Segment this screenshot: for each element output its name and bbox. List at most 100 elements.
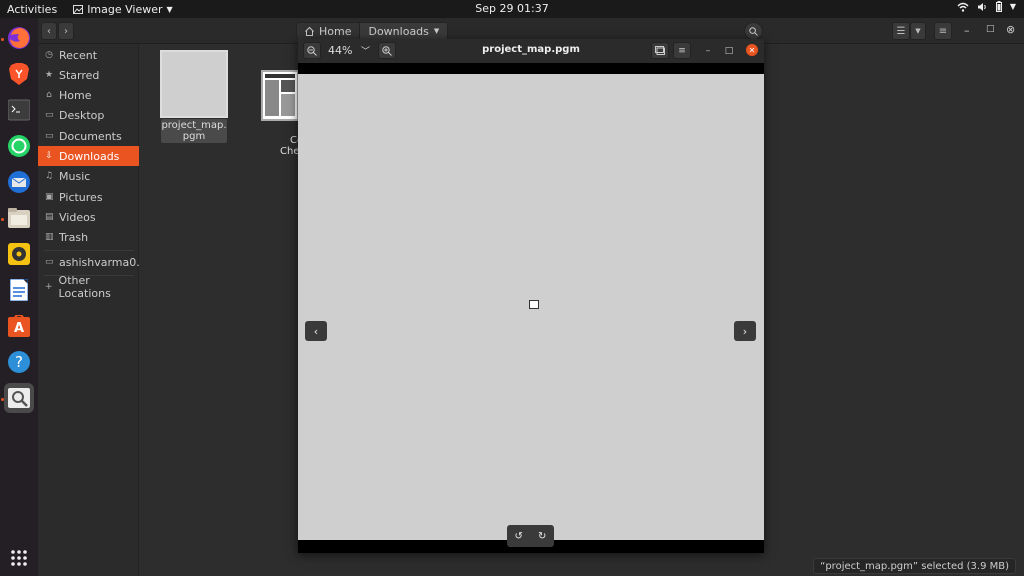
rotate-right-icon[interactable]: ↻	[538, 531, 546, 542]
running-indicator	[1, 38, 4, 41]
path-downloads[interactable]: Downloads ▼	[360, 23, 448, 39]
path-home[interactable]: Home	[297, 23, 361, 39]
app-menu[interactable]: Image Viewer ▼	[73, 3, 173, 16]
plus-icon: +	[45, 282, 53, 292]
close-icon: ⊗	[1006, 23, 1016, 36]
show-apps-icon	[11, 550, 27, 566]
app-center-launcher[interactable]: A	[4, 311, 34, 341]
sidebar-item-label: Documents	[59, 129, 122, 143]
sidebar-item-drive[interactable]: ▭ ashishvarma0...	[38, 252, 147, 272]
app-center-icon: A	[8, 315, 30, 337]
writer-launcher[interactable]	[4, 275, 34, 305]
path-bar: Home Downloads ▼	[296, 22, 449, 40]
minimize-button[interactable]: –	[964, 24, 970, 37]
zoom-in-button[interactable]	[378, 42, 396, 59]
sidebar-item-videos[interactable]: ▤ Videos	[38, 207, 139, 227]
sidebar-item-trash[interactable]: ▥ Trash	[38, 227, 139, 247]
file-name-line: pgm	[182, 131, 206, 142]
forward-button[interactable]: ›	[58, 22, 74, 40]
sidebar-item-pictures[interactable]: ▣ Pictures	[38, 187, 139, 207]
files-icon	[8, 208, 30, 228]
brave-icon	[9, 63, 29, 85]
show-apps-button[interactable]	[4, 543, 34, 573]
close-icon: ✕	[748, 45, 756, 55]
sidebar-item-home[interactable]: ⌂ Home	[38, 85, 139, 105]
sidebar-item-label: Home	[59, 88, 92, 102]
sidebar-item-label: Starred	[59, 68, 100, 82]
system-tray[interactable]: ▼	[957, 1, 1016, 12]
back-button[interactable]: ‹	[41, 22, 57, 40]
sidebar-item-documents[interactable]: ▭ Documents	[38, 126, 139, 146]
sidebar-item-music[interactable]: ♫ Music	[38, 166, 139, 186]
path-home-label: Home	[319, 24, 352, 38]
volume-icon	[977, 2, 986, 11]
image-viewer-launcher[interactable]	[4, 383, 34, 413]
list-view-icon: ☰	[896, 25, 906, 37]
svg-text:A: A	[14, 321, 24, 336]
terminal-launcher[interactable]	[4, 95, 34, 125]
help-launcher[interactable]: ?	[4, 347, 34, 377]
minimize-icon: –	[964, 24, 970, 37]
search-button[interactable]	[744, 22, 763, 40]
sidebar-item-other-locations[interactable]: + Other Locations	[38, 274, 139, 300]
top-bar: Activities Image Viewer ▼ Sep 29 01:37 ▼	[0, 0, 1024, 18]
sidebar-item-label: Desktop	[59, 108, 105, 122]
rhythmbox-icon	[8, 243, 30, 265]
brave-launcher[interactable]	[4, 59, 34, 89]
hamburger-icon: ≡	[678, 45, 686, 56]
rhythmbox-launcher[interactable]	[4, 239, 34, 269]
file-item-project-map[interactable]: project_map. pgm	[158, 49, 230, 143]
firefox-launcher[interactable]	[4, 23, 34, 53]
chevron-right-icon: ›	[64, 25, 68, 37]
sidebar-item-label: Downloads	[59, 149, 120, 163]
menu-button[interactable]: ≡	[673, 42, 691, 59]
thunderbird-icon	[8, 171, 30, 193]
chevron-down-icon: ▼	[166, 4, 173, 14]
places-sidebar: ◷ Recent ★ Starred ⌂ Home ▭ Desktop ▭ Documen…	[38, 44, 147, 576]
chevron-down-icon: ﹀	[360, 47, 370, 57]
slideshow-button[interactable]	[651, 42, 669, 59]
svg-text:?: ?	[15, 353, 23, 371]
sidebar-item-desktop[interactable]: ▭ Desktop	[38, 105, 139, 125]
next-image-button[interactable]: ›	[734, 321, 756, 341]
sidebar-item-recent[interactable]: ◷ Recent	[38, 45, 139, 65]
previous-image-button[interactable]: ‹	[305, 321, 327, 341]
sidebar-item-label: ashishvarma0...	[59, 255, 147, 269]
list-view-button[interactable]: ☰	[892, 22, 910, 40]
hamburger-icon: ≡	[938, 25, 948, 37]
menu-button[interactable]: ≡	[934, 22, 952, 40]
chevron-left-icon: ‹	[47, 25, 51, 37]
chevron-left-icon: ‹	[313, 324, 319, 338]
rotate-left-icon[interactable]: ↺	[515, 531, 523, 542]
close-button[interactable]: ✕	[746, 44, 758, 56]
minimize-icon: –	[705, 46, 711, 56]
zoom-level: 44%	[328, 44, 353, 57]
home-icon	[305, 26, 314, 36]
files-launcher[interactable]	[4, 203, 34, 233]
drive-icon: ▭	[45, 257, 54, 267]
sidebar-item-label: Trash	[59, 230, 89, 244]
sidebar-item-label: Music	[59, 169, 91, 183]
sidebar-item-starred[interactable]: ★ Starred	[38, 65, 139, 85]
sidebar-item-downloads[interactable]: ⇩ Downloads	[38, 146, 139, 166]
document-preview-icon	[265, 74, 295, 116]
slideshow-icon	[655, 46, 665, 55]
thunderbird-launcher[interactable]	[4, 167, 34, 197]
close-button[interactable]: ⊗	[1006, 23, 1015, 36]
view-options-button[interactable]: ▼	[910, 22, 926, 40]
chevron-down-icon: ▼	[433, 27, 440, 35]
zoom-combo[interactable]: 44% ﹀	[322, 42, 376, 59]
file-name-line: project_map.	[161, 120, 227, 131]
videos-icon: ▤	[45, 212, 54, 222]
minimize-button[interactable]: –	[701, 44, 715, 58]
whatsapp-launcher[interactable]	[4, 131, 34, 161]
sidebar-item-label: Other Locations	[58, 274, 111, 300]
activities-button[interactable]: Activities	[7, 3, 57, 16]
zoom-out-button[interactable]	[303, 42, 321, 59]
sidebar-separator	[44, 250, 134, 251]
maximize-icon: □	[724, 46, 734, 56]
maximize-button[interactable]: □	[986, 24, 995, 34]
maximize-button[interactable]: □	[722, 44, 736, 58]
terminal-icon	[8, 99, 30, 121]
firefox-icon	[8, 27, 30, 49]
